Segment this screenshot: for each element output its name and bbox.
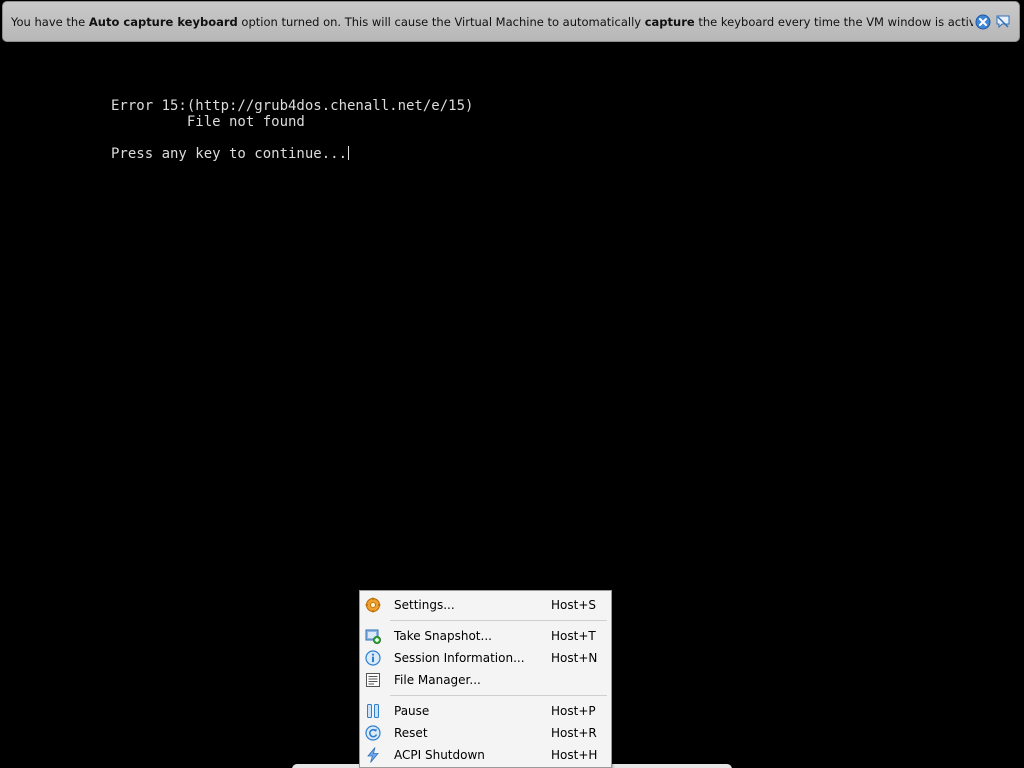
- power-bolt-icon: [364, 746, 382, 764]
- menu-item-label: Session Information...: [394, 651, 525, 665]
- menu-item-session-information[interactable]: Session Information... Host+N: [360, 647, 611, 669]
- menu-item-reset[interactable]: Reset Host+R: [360, 722, 611, 744]
- speech-bubble-mute-icon[interactable]: [995, 14, 1011, 30]
- console-line-2: File not found: [111, 114, 305, 130]
- notification-banner: You have the Auto capture keyboard optio…: [2, 1, 1020, 42]
- console-line-4: Press any key to continue...: [111, 146, 473, 162]
- console-line-3: ​: [111, 130, 473, 146]
- menu-item-shortcut: Host+H: [551, 748, 598, 762]
- menu-item-label: File Manager...: [394, 673, 481, 687]
- info-icon: [364, 649, 382, 667]
- banner-bold-2: capture: [644, 14, 695, 29]
- menu-item-label: Settings...: [394, 598, 455, 612]
- console-prompt: Press any key to continue...: [111, 146, 348, 162]
- settings-gear-icon: [364, 596, 382, 614]
- menu-item-shortcut: Host+P: [551, 704, 596, 718]
- vm-screen[interactable]: You have the Auto capture keyboard optio…: [0, 0, 1024, 768]
- close-icon[interactable]: [975, 14, 991, 30]
- menu-item-settings[interactable]: Settings... Host+S: [360, 594, 611, 616]
- menu-item-label: Take Snapshot...: [394, 629, 492, 643]
- menu-item-label: ACPI Shutdown: [394, 748, 485, 762]
- banner-bold-1: Auto capture keyboard: [88, 14, 238, 29]
- machine-context-menu: Settings... Host+S Take Snapshot... Host…: [359, 590, 612, 768]
- snapshot-icon: [364, 627, 382, 645]
- menu-item-shortcut: Host+N: [551, 651, 598, 665]
- console-line-1: Error 15:(http://grub4dos.chenall.net/e/…: [111, 98, 474, 114]
- text-cursor: [348, 146, 350, 160]
- vm-console-output: Error 15:(http://grub4dos.chenall.net/e/…: [111, 98, 473, 162]
- reset-icon: [364, 724, 382, 742]
- banner-text-3: the keyboard every time the VM window is…: [698, 14, 973, 29]
- menu-item-take-snapshot[interactable]: Take Snapshot... Host+T: [360, 625, 611, 647]
- menu-item-file-manager[interactable]: File Manager...: [360, 669, 611, 691]
- menu-item-shortcut: Host+R: [551, 726, 597, 740]
- menu-separator: [390, 620, 607, 621]
- pause-icon: [364, 702, 382, 720]
- banner-text-1: You have the: [11, 14, 89, 29]
- menu-separator: [390, 695, 607, 696]
- banner-message: You have the Auto capture keyboard optio…: [11, 15, 973, 29]
- menu-item-label: Reset: [394, 726, 428, 740]
- file-manager-icon: [364, 671, 382, 689]
- menu-item-shortcut: Host+T: [551, 629, 596, 643]
- menu-item-acpi-shutdown[interactable]: ACPI Shutdown Host+H: [360, 744, 611, 766]
- menu-item-label: Pause: [394, 704, 430, 718]
- banner-text-2: option turned on. This will cause the Vi…: [237, 14, 645, 29]
- menu-item-pause[interactable]: Pause Host+P: [360, 700, 611, 722]
- menu-item-shortcut: Host+S: [551, 598, 596, 612]
